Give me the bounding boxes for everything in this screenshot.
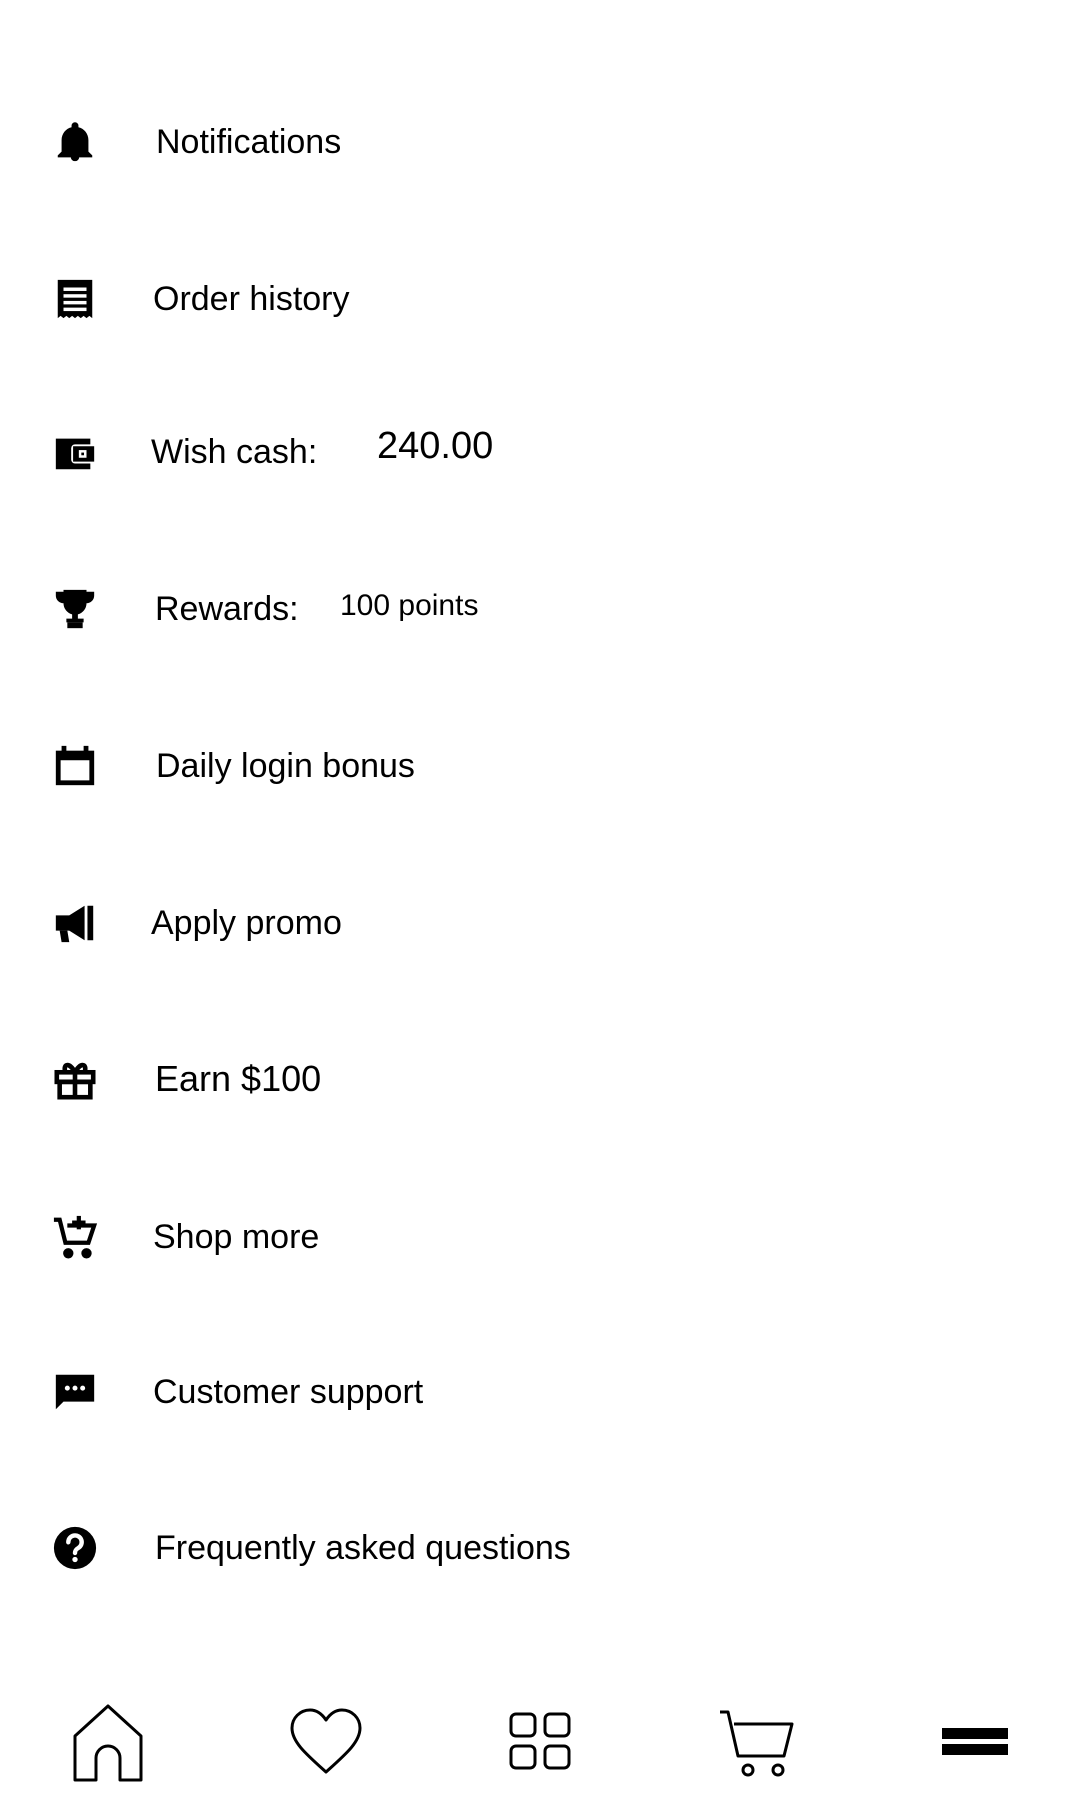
customer-support-label: Customer support bbox=[153, 1373, 424, 1411]
gift-icon bbox=[52, 1056, 98, 1102]
home-icon bbox=[73, 1704, 143, 1782]
menu-item-shop-more[interactable]: Shop more bbox=[0, 1182, 1080, 1292]
cart-icon bbox=[720, 1710, 794, 1777]
heart-icon bbox=[290, 1708, 362, 1774]
order-history-label: Order history bbox=[153, 280, 350, 318]
megaphone-icon bbox=[52, 900, 98, 946]
notifications-label: Notifications bbox=[156, 123, 342, 161]
cart-plus-icon bbox=[52, 1214, 98, 1260]
menu-item-faq[interactable]: Frequently asked questions bbox=[0, 1493, 1080, 1603]
wish-cash-label: Wish cash: bbox=[151, 433, 318, 471]
wish-cash-amount: 240.00 bbox=[377, 425, 494, 467]
menu-item-wish-cash[interactable]: Wish cash: 240.00 bbox=[0, 397, 1080, 507]
grid-icon bbox=[509, 1712, 571, 1770]
faq-label: Frequently asked questions bbox=[155, 1529, 571, 1567]
calendar-icon bbox=[52, 743, 98, 789]
trophy-icon bbox=[52, 586, 98, 632]
bell-icon bbox=[52, 119, 98, 165]
nav-wishlist[interactable] bbox=[288, 1698, 364, 1782]
nav-menu[interactable] bbox=[942, 1698, 1008, 1782]
menu-item-earn[interactable]: Earn $100 bbox=[0, 1024, 1080, 1134]
chat-icon bbox=[52, 1369, 98, 1415]
shop-more-label: Shop more bbox=[153, 1218, 320, 1256]
help-circle-icon bbox=[52, 1525, 98, 1571]
nav-categories[interactable] bbox=[508, 1698, 572, 1782]
apply-promo-label: Apply promo bbox=[151, 904, 342, 942]
daily-login-bonus-label: Daily login bonus bbox=[156, 747, 415, 785]
menu-item-daily-login-bonus[interactable]: Daily login bonus bbox=[0, 711, 1080, 821]
menu-item-notifications[interactable]: Notifications bbox=[0, 87, 1080, 197]
rewards-points: 100 points bbox=[340, 589, 479, 622]
rewards-label: Rewards: bbox=[155, 590, 299, 628]
wallet-icon bbox=[52, 429, 98, 475]
bottom-nav bbox=[0, 1680, 1080, 1800]
receipt-icon bbox=[52, 276, 98, 322]
menu-item-rewards[interactable]: Rewards: 100 points bbox=[0, 554, 1080, 664]
menu-item-order-history[interactable]: Order history bbox=[0, 244, 1080, 354]
menu-icon bbox=[942, 1728, 1008, 1755]
menu-item-apply-promo[interactable]: Apply promo bbox=[0, 868, 1080, 978]
menu-item-customer-support[interactable]: Customer support bbox=[0, 1337, 1080, 1447]
nav-home[interactable] bbox=[70, 1698, 146, 1782]
earn-label: Earn $100 bbox=[155, 1058, 322, 1099]
nav-cart[interactable] bbox=[718, 1698, 800, 1782]
